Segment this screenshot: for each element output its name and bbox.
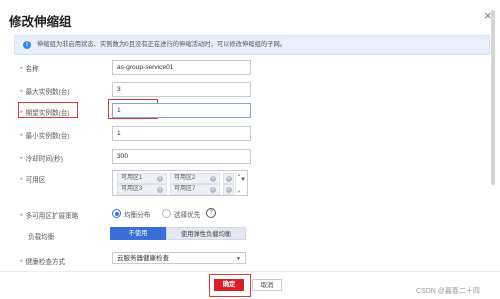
remove-tag-icon[interactable]: × bbox=[225, 175, 232, 182]
radio-balanced-label: 均衡分布 bbox=[124, 212, 151, 219]
info-banner: ! 伸缩组为非启用状态、实例数为0且没有正在进行的伸缩活动时，可以修改伸缩组的子… bbox=[14, 35, 490, 55]
remove-tag-icon[interactable]: × bbox=[225, 186, 232, 193]
name-label: * 名称 bbox=[20, 66, 39, 73]
info-text: 伸缩组为非启用状态、实例数为0且没有正在进行的伸缩活动时，可以修改伸缩组的子网。 bbox=[37, 41, 287, 48]
load-balancer-label: 负载均衡 bbox=[28, 234, 55, 241]
az-scrollbar[interactable]: ▲ ▼ bbox=[235, 172, 242, 194]
cooldown-label: * 冷却时间(秒) bbox=[20, 156, 63, 163]
remove-tag-icon[interactable]: × bbox=[210, 175, 216, 182]
az-tag: 可用区1 × bbox=[117, 173, 167, 184]
watermark: CSDN @暮春二十四 bbox=[416, 288, 480, 295]
min-instances-input[interactable]: 1 bbox=[112, 126, 251, 141]
az-strategy-label: * 多可用区扩展策略 bbox=[20, 213, 79, 220]
az-tag: 可用区7 × bbox=[170, 184, 220, 195]
scroll-down-icon[interactable]: ▼ bbox=[237, 189, 241, 194]
az-tag-overflow: × bbox=[223, 173, 234, 184]
footer-divider bbox=[0, 271, 500, 272]
remove-tag-icon[interactable]: × bbox=[210, 186, 216, 193]
help-icon[interactable]: ? bbox=[206, 208, 216, 218]
az-tag-overflow: × bbox=[223, 184, 234, 195]
radio-priority-label: 选择优先 bbox=[174, 212, 201, 219]
remove-tag-icon[interactable]: × bbox=[157, 175, 163, 182]
health-check-label: * 健康检查方式 bbox=[20, 259, 66, 266]
chevron-down-icon[interactable]: ▼ bbox=[240, 177, 246, 183]
confirm-button[interactable]: 确定 bbox=[214, 279, 244, 291]
cooldown-input[interactable]: 300 bbox=[112, 149, 251, 164]
az-tag: 可用区2 × bbox=[170, 173, 220, 184]
max-instances-input[interactable]: 3 bbox=[112, 82, 251, 97]
max-instances-label: * 最大实例数(台) bbox=[20, 89, 70, 96]
az-tag: 可用区3 × bbox=[117, 184, 167, 195]
radio-priority[interactable] bbox=[162, 209, 171, 218]
cancel-button[interactable]: 取消 bbox=[252, 279, 282, 291]
az-label: * 可用区 bbox=[20, 177, 46, 184]
az-multiselect[interactable]: 可用区1 × 可用区2 × 可用区3 × 可用区7 × × × ▲ ▼ bbox=[112, 170, 248, 196]
lb-option-elb[interactable]: 使用弹性负载均衡 bbox=[166, 227, 246, 240]
name-input[interactable]: as-group-service01 bbox=[112, 60, 251, 75]
dialog-title: 修改伸缩组 bbox=[9, 15, 72, 29]
modify-scaling-group-dialog: 修改伸缩组 × ! 伸缩组为非启用状态、实例数为0且没有正在进行的伸缩活动时，可… bbox=[0, 0, 500, 299]
radio-balanced[interactable] bbox=[112, 209, 121, 218]
desired-instances-input[interactable]: 1 bbox=[112, 103, 251, 118]
info-icon: ! bbox=[23, 41, 31, 49]
remove-tag-icon[interactable]: × bbox=[157, 186, 163, 193]
chevron-down-icon: ▼ bbox=[236, 256, 241, 262]
health-check-select[interactable]: 云服务器健康检查 ▼ bbox=[112, 252, 246, 264]
dialog-scrollbar[interactable] bbox=[491, 10, 495, 185]
desired-instances-label: * 期望实例数(台) bbox=[20, 110, 70, 117]
lb-option-none[interactable]: 不使用 bbox=[110, 227, 166, 240]
min-instances-label: * 最小实例数(台) bbox=[20, 133, 70, 140]
